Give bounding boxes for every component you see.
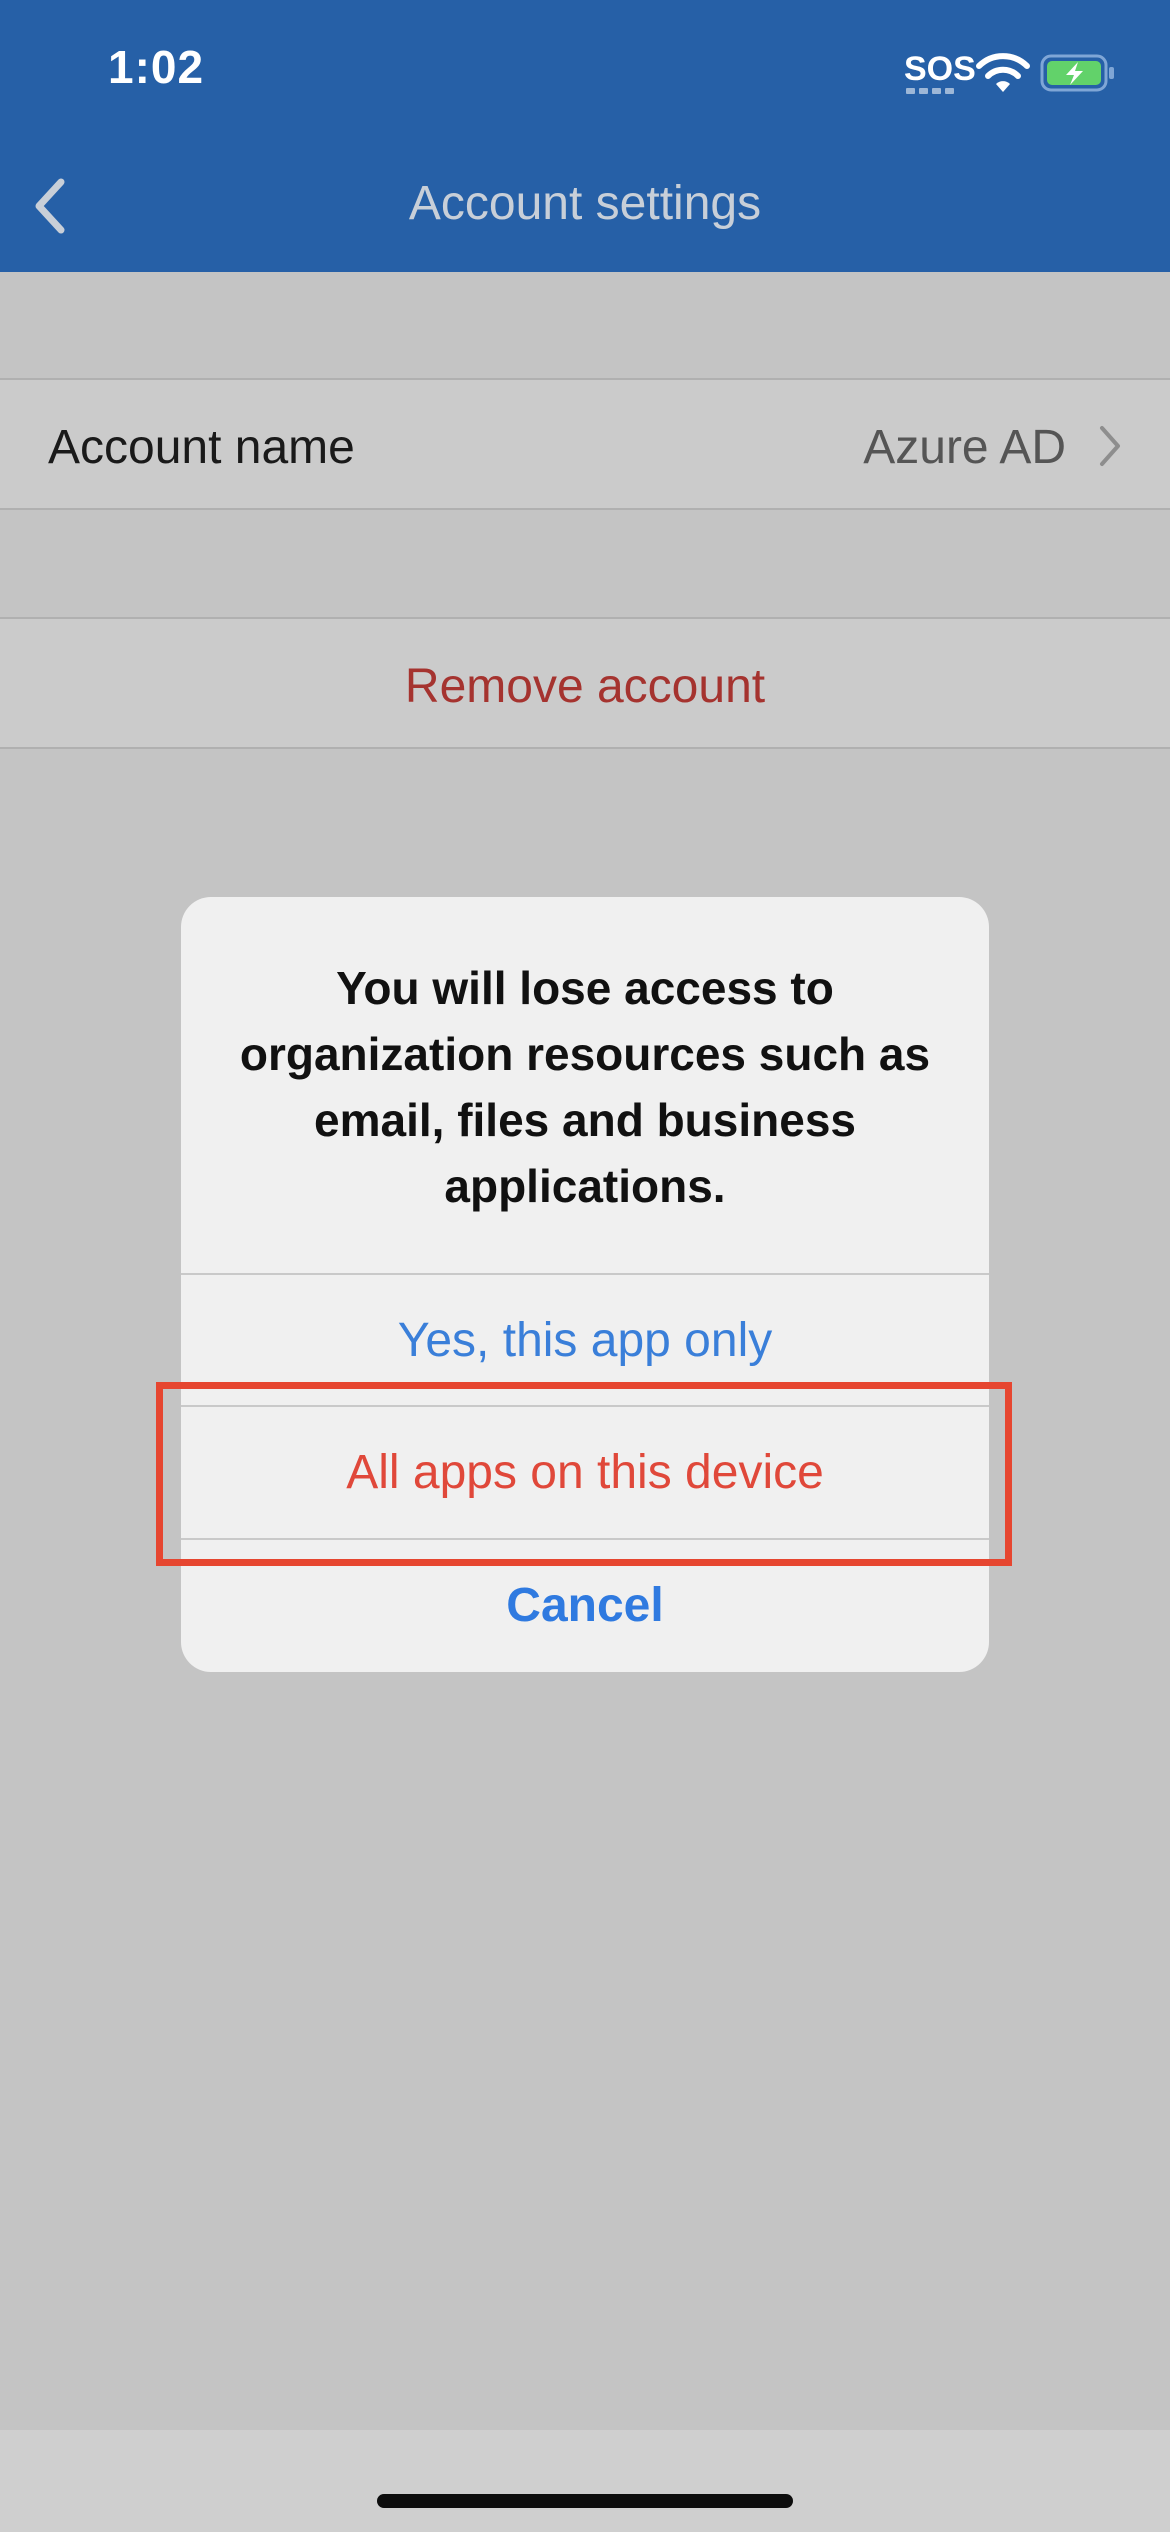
status-sos: SOS — [904, 50, 976, 88]
account-name-row[interactable]: Account name Azure AD — [0, 378, 1170, 510]
home-indicator[interactable] — [377, 2494, 793, 2508]
account-name-label: Account name — [48, 421, 355, 474]
header-bar: 1:02 SOS Account settings — [0, 0, 1170, 272]
dialog-message: You will lose access to organization res… — [239, 962, 931, 1212]
account-name-value: Azure AD — [863, 421, 1066, 474]
page-title: Account settings — [408, 177, 762, 230]
chevron-right-icon — [1100, 426, 1120, 466]
battery-charging-icon — [1040, 54, 1114, 92]
remove-account-row[interactable]: Remove account — [0, 617, 1170, 749]
bottom-bar — [0, 2430, 1170, 2532]
remove-account-button: Remove account — [404, 660, 766, 713]
signal-dots-icon — [906, 88, 956, 94]
status-time: 1:02 — [108, 41, 205, 93]
wifi-icon — [976, 53, 1030, 92]
highlight-annotation — [156, 1382, 1012, 1566]
